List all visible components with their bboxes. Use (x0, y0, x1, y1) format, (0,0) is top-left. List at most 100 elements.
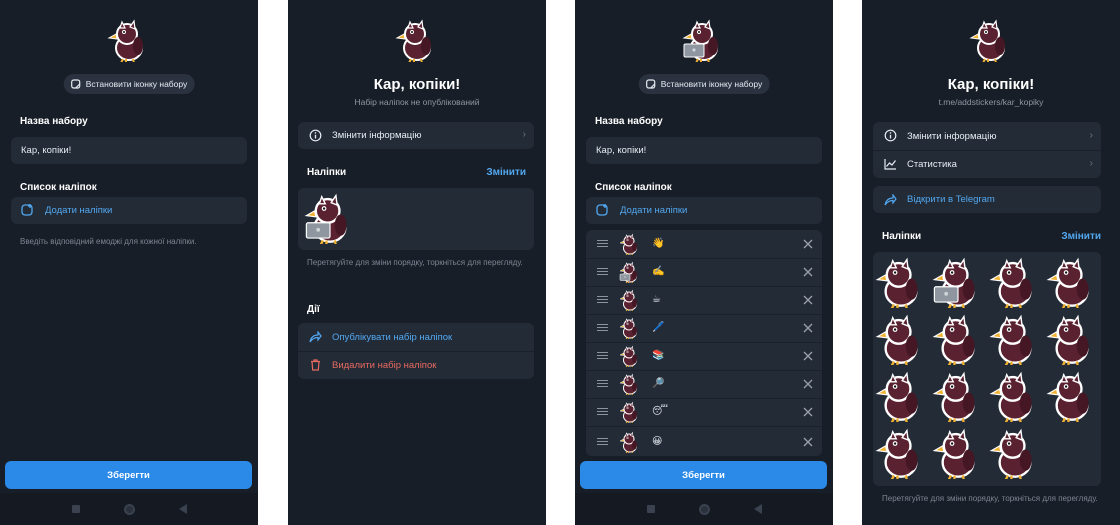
save-button[interactable]: Зберегти (580, 461, 827, 489)
close-icon[interactable] (803, 407, 813, 417)
close-icon[interactable] (803, 323, 813, 333)
open-telegram-label: Відкрити в Telegram (907, 194, 995, 205)
change-info-row[interactable]: Змінити інформацію › (298, 122, 534, 149)
system-nav-bar (575, 493, 833, 525)
sticker-icon (71, 79, 81, 89)
sticker-grid-item[interactable] (875, 313, 927, 365)
set-icon-button[interactable]: Встановити іконку набору (63, 74, 195, 94)
set-name-input[interactable]: Кар, копіки! (586, 137, 822, 164)
sticker-row[interactable]: 🖊️ (586, 314, 822, 342)
statistics-label: Статистика (907, 159, 957, 170)
info-icon (884, 129, 897, 142)
add-stickers-button[interactable]: Додати наліпки (586, 197, 822, 224)
sticker-grid-item[interactable] (989, 313, 1041, 365)
sticker-grid-item[interactable] (989, 256, 1041, 308)
sticker-grid-item[interactable] (1046, 256, 1098, 308)
sticker-row[interactable]: 👋 (586, 230, 822, 258)
delete-set-button[interactable]: Видалити набір наліпок (298, 351, 534, 379)
sticker-emoji[interactable]: 👋 (652, 238, 664, 249)
drag-handle-icon[interactable] (597, 324, 608, 331)
sticker-row[interactable]: 😀 (586, 428, 822, 456)
drag-handle-icon[interactable] (597, 296, 608, 303)
sticker-plus-icon (596, 204, 608, 216)
set-avatar-icon[interactable] (682, 18, 726, 62)
sticker-grid-item[interactable] (932, 256, 984, 308)
sticker-row[interactable]: ✍️ (586, 258, 822, 286)
stickers-label: Наліпки (882, 231, 922, 242)
sticker-thumbnail (619, 290, 638, 311)
sticker-thumbnail (619, 402, 638, 423)
close-icon[interactable] (803, 239, 813, 249)
publish-set-label: Опублікувати набір наліпок (332, 332, 453, 343)
close-icon[interactable] (803, 295, 813, 305)
sticker-emoji[interactable]: 😀 (652, 436, 662, 447)
sticker-list-label: Список наліпок (20, 182, 97, 193)
set-icon-button[interactable]: Встановити іконку набору (638, 74, 770, 94)
close-icon[interactable] (803, 437, 813, 447)
set-icon-button-label: Встановити іконку набору (660, 79, 763, 89)
sticker-grid-item[interactable] (875, 370, 927, 422)
sticker-grid-item[interactable] (1046, 370, 1098, 422)
save-button[interactable]: Зберегти (5, 461, 252, 489)
set-title: Кар, копіки! (373, 76, 461, 93)
sticker-icon (646, 79, 656, 89)
edit-stickers-button[interactable]: Змінити (486, 167, 526, 178)
sticker-grid-item[interactable] (932, 427, 984, 479)
sticker-grid-item[interactable] (875, 256, 927, 308)
change-info-row[interactable]: Змінити інформацію › (873, 122, 1101, 150)
add-stickers-label: Додати наліпки (45, 205, 113, 216)
sticker-list: 👋 ✍️ ☕ 🖊️ 📚 🔎 😴 😀 (586, 230, 822, 456)
sticker-row[interactable]: ☕ (586, 286, 822, 314)
sticker-emoji[interactable]: ✍️ (652, 266, 664, 277)
sticker-grid-item[interactable] (989, 427, 1041, 479)
recent-apps-icon[interactable] (646, 505, 655, 513)
sticker-row[interactable]: 📚 (586, 342, 822, 370)
set-name-input[interactable]: Кар, копіки! (11, 137, 247, 164)
set-icon-button-label: Встановити іконку набору (85, 79, 188, 89)
sticker-thumbnail (619, 374, 638, 395)
sticker-grid-item[interactable] (932, 313, 984, 365)
change-info-label: Змінити інформацію (332, 130, 422, 141)
sticker-row[interactable]: 🔎 (586, 370, 822, 398)
set-status: Набір наліпок не опублікований (354, 97, 480, 107)
statistics-row[interactable]: Статистика › (873, 150, 1101, 178)
chart-icon (884, 159, 896, 170)
sticker-grid-item[interactable] (989, 370, 1041, 422)
edit-stickers-button[interactable]: Змінити (1061, 231, 1101, 242)
sticker-grid-item[interactable] (875, 427, 927, 479)
close-icon[interactable] (803, 267, 813, 277)
set-link[interactable]: t.me/addstickers/kar_kopiky (862, 97, 1120, 107)
sticker-crow-laptop[interactable] (304, 192, 356, 244)
sticker-list-label: Список наліпок (595, 182, 672, 193)
screen-edit-set-with-stickers: Встановити іконку набору Назва набору Ка… (575, 0, 833, 525)
sticker-row[interactable]: 😴 (586, 398, 822, 426)
sticker-grid-item[interactable] (1046, 313, 1098, 365)
sticker-thumbnail (619, 262, 638, 283)
sticker-emoji[interactable]: 😴 (652, 406, 668, 417)
sticker-emoji[interactable]: 🖊️ (652, 322, 664, 333)
open-telegram-button[interactable]: Відкрити в Telegram (873, 186, 1101, 213)
sticker-emoji[interactable]: ☕ (652, 294, 661, 305)
drag-handle-icon[interactable] (597, 240, 608, 247)
drag-handle-icon[interactable] (597, 268, 608, 275)
drag-handle-icon[interactable] (597, 408, 608, 415)
set-avatar-icon[interactable] (107, 18, 151, 62)
drag-handle-icon[interactable] (597, 438, 608, 445)
sticker-grid-item[interactable] (932, 370, 984, 422)
home-icon[interactable] (123, 503, 135, 515)
drag-handle-icon[interactable] (597, 352, 608, 359)
add-stickers-button[interactable]: Додати наліпки (11, 197, 247, 224)
back-icon[interactable] (178, 504, 187, 514)
delete-set-label: Видалити набір наліпок (332, 360, 437, 371)
sticker-emoji[interactable]: 📚 (652, 350, 664, 361)
publish-set-button[interactable]: Опублікувати набір наліпок (298, 323, 534, 351)
close-icon[interactable] (803, 379, 813, 389)
drag-handle-icon[interactable] (597, 380, 608, 387)
close-icon[interactable] (803, 351, 813, 361)
system-nav-bar (0, 493, 258, 525)
back-icon[interactable] (753, 504, 762, 514)
recent-apps-icon[interactable] (71, 505, 80, 513)
sticker-emoji[interactable]: 🔎 (652, 378, 664, 389)
home-icon[interactable] (698, 503, 710, 515)
chevron-right-icon: › (1089, 130, 1093, 141)
